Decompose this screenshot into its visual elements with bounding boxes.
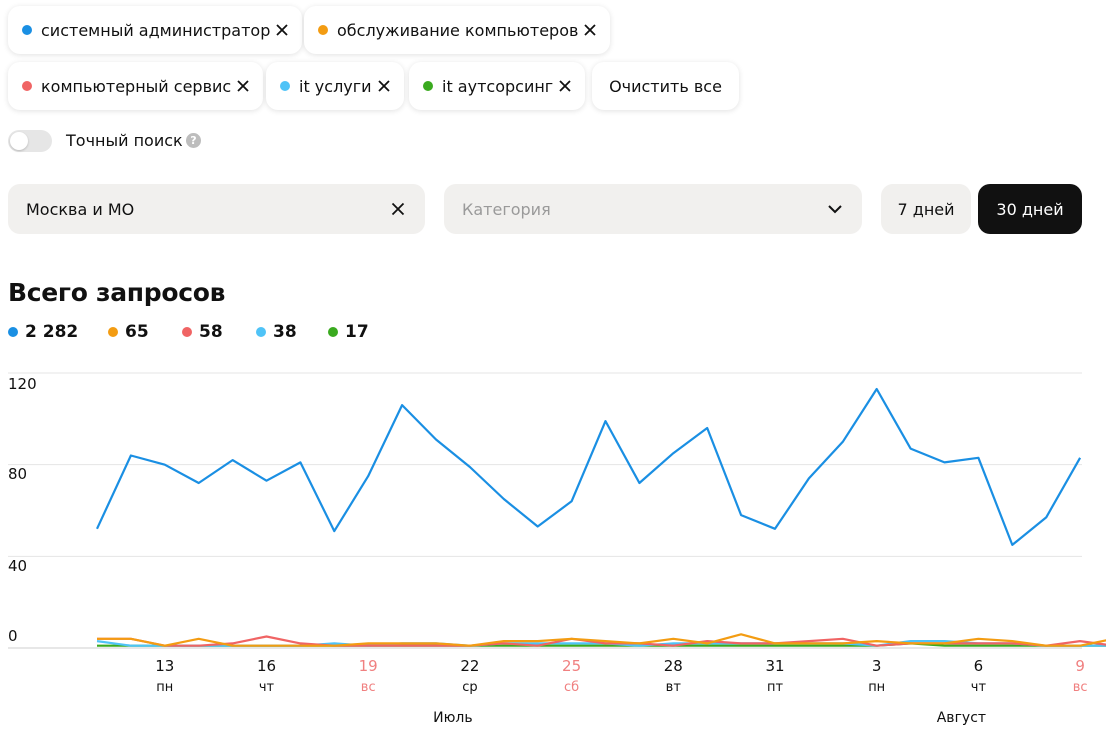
close-icon[interactable]: [557, 78, 573, 94]
region-field[interactable]: Москва и МО: [8, 184, 425, 234]
x-tick-weekday: пт: [767, 680, 783, 695]
total-requests-title: Всего запросов: [8, 278, 226, 307]
tag-color-dot: [22, 25, 32, 35]
x-tick-weekday: сб: [564, 680, 579, 695]
x-tick-weekday: чт: [259, 680, 275, 695]
tag-chip-it-services[interactable]: it услуги: [266, 62, 404, 110]
tag-color-dot: [423, 81, 433, 91]
tag-label: компьютерный сервис: [41, 76, 232, 96]
exact-search-toggle[interactable]: [8, 130, 52, 152]
requests-line-chart: 0 40 80 120 13 пн 16 чт 19 вс 22 ср 25 сб 28 вт 31 пт 3 пн 6…: [8, 372, 1106, 726]
exact-search-label: Точный поиск: [66, 131, 183, 150]
x-tick-weekday: ср: [462, 680, 477, 695]
legend-dot: [182, 327, 192, 337]
x-tick-day: 28: [664, 657, 683, 675]
tag-color-dot: [318, 25, 328, 35]
tag-label: it услуги: [299, 76, 372, 96]
tag-label: системный администратор: [41, 20, 271, 40]
period-7-days-label: 7 дней: [897, 199, 955, 219]
x-tick-weekday: вс: [361, 680, 376, 695]
close-icon[interactable]: [274, 22, 290, 38]
help-icon[interactable]: ?: [186, 133, 201, 148]
tag-chip-it-outsourcing[interactable]: it аутсорсинг: [409, 62, 586, 110]
x-tick-day: 3: [872, 657, 882, 675]
x-tick-weekday: вт: [666, 680, 682, 695]
tag-chip-computer-maintenance[interactable]: обслуживание компьютеров: [304, 6, 611, 54]
legend-value: 17: [345, 322, 369, 342]
month-label: Август: [937, 710, 986, 726]
clear-all-label: Очистить все: [609, 76, 722, 96]
legend-item: 58: [182, 322, 256, 342]
y-tick-label: 80: [8, 465, 27, 483]
tag-color-dot: [22, 81, 32, 91]
x-tick-weekday: пн: [156, 680, 173, 695]
close-icon[interactable]: [582, 22, 598, 38]
tag-label: обслуживание компьютеров: [337, 20, 579, 40]
x-tick-day: 22: [460, 657, 479, 675]
y-tick-label: 40: [8, 557, 27, 575]
clear-region-icon[interactable]: [389, 200, 407, 218]
x-tick-weekday: вс: [1073, 680, 1088, 695]
legend-item: 65: [108, 322, 182, 342]
category-select[interactable]: Категория: [444, 184, 862, 234]
x-tick-day: 16: [257, 657, 276, 675]
tag-color-dot: [280, 81, 290, 91]
clear-all-button[interactable]: Очистить все: [592, 62, 739, 110]
x-tick-day: 19: [359, 657, 378, 675]
legend-value: 38: [273, 322, 297, 342]
month-label: Июль: [433, 710, 472, 726]
legend-value: 58: [199, 322, 223, 342]
legend-dot: [328, 327, 338, 337]
legend-item: 17: [328, 322, 369, 342]
totals-legend: 2 282 65 58 38 17: [8, 322, 369, 342]
y-tick-label: 0: [8, 627, 18, 645]
period-30-days-button[interactable]: 30 дней: [978, 184, 1082, 234]
legend-dot: [256, 327, 266, 337]
x-tick-day: 9: [1075, 657, 1085, 675]
x-tick-day: 6: [974, 657, 984, 675]
x-tick-day: 31: [765, 657, 784, 675]
period-7-days-button[interactable]: 7 дней: [881, 184, 971, 234]
close-icon[interactable]: [376, 78, 392, 94]
period-30-days-label: 30 дней: [996, 199, 1064, 219]
tag-label: it аутсорсинг: [442, 76, 554, 96]
toggle-knob: [10, 132, 28, 150]
close-icon[interactable]: [235, 78, 251, 94]
x-tick-day: 13: [155, 657, 174, 675]
series-line-0: [96, 387, 1082, 546]
legend-dot: [8, 327, 18, 337]
legend-value: 2 282: [25, 322, 79, 342]
y-tick-label: 120: [8, 375, 37, 393]
legend-item: 38: [256, 322, 328, 342]
x-tick-weekday: пн: [868, 680, 885, 695]
region-value: Москва и МО: [26, 199, 135, 219]
legend-dot: [108, 327, 118, 337]
tag-chip-computer-service[interactable]: компьютерный сервис: [8, 62, 264, 110]
x-tick-weekday: чт: [971, 680, 987, 695]
legend-value: 65: [125, 322, 149, 342]
chevron-down-icon: [826, 200, 844, 218]
x-tick-day: 25: [562, 657, 581, 675]
legend-item: 2 282: [8, 322, 108, 342]
tag-chip-sysadmin[interactable]: системный администратор: [8, 6, 303, 54]
category-placeholder: Категория: [462, 199, 551, 219]
